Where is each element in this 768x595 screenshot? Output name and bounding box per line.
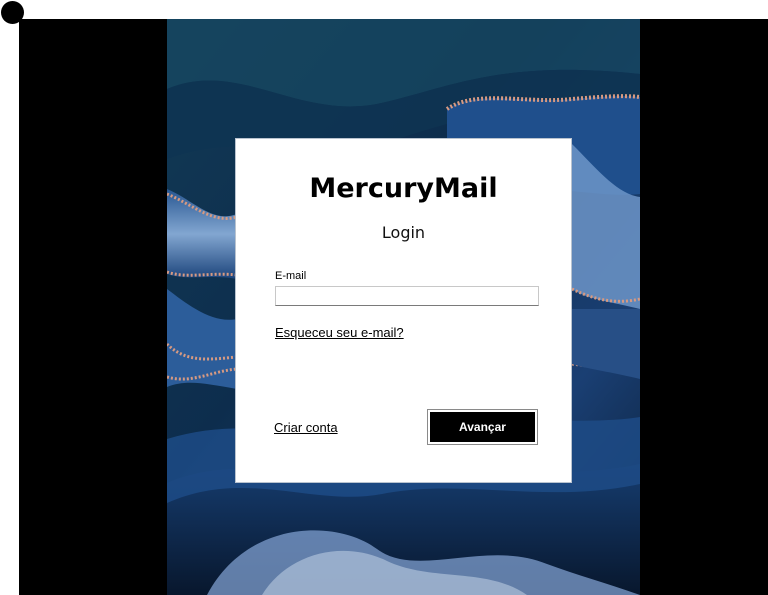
email-input[interactable] bbox=[275, 286, 539, 306]
forgot-email-link[interactable]: Esqueceu seu e-mail? bbox=[275, 325, 404, 340]
email-label: E-mail bbox=[275, 270, 307, 282]
login-card: MercuryMail Login E-mail Esqueceu seu e-… bbox=[235, 138, 572, 483]
black-dot-icon bbox=[1, 1, 24, 24]
login-screen: MercuryMail Login E-mail Esqueceu seu e-… bbox=[0, 0, 768, 595]
next-button[interactable]: Avançar bbox=[427, 409, 538, 445]
create-account-link[interactable]: Criar conta bbox=[274, 420, 338, 435]
login-heading: Login bbox=[381, 223, 426, 242]
brand-title: MercuryMail bbox=[309, 173, 498, 204]
